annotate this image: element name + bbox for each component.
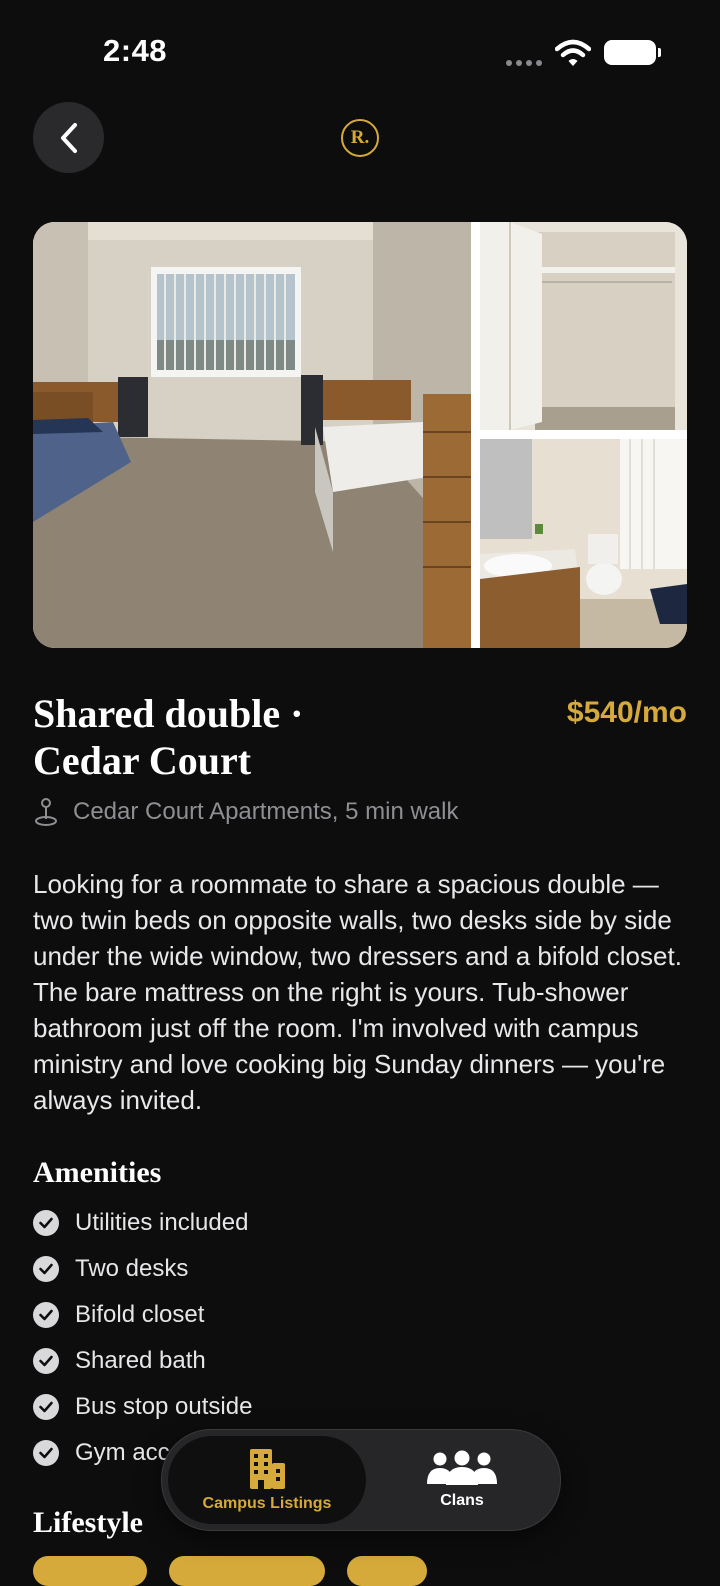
battery-icon (604, 40, 661, 65)
amenity-label: Bus stop outside (75, 1393, 253, 1420)
listing-location: Cedar Court Apartments, 5 min walk (33, 797, 459, 827)
lifestyle-tag[interactable] (347, 1556, 427, 1586)
listing-title-line1: Shared double · (33, 691, 304, 736)
back-button[interactable] (33, 102, 104, 173)
amenity-item: Two desks (33, 1246, 252, 1292)
bathroom-photo[interactable] (480, 439, 687, 648)
checkmark-icon (33, 1394, 59, 1420)
tab-clans[interactable]: Clans (370, 1436, 554, 1524)
building-icon (250, 1449, 285, 1489)
listing-price: $540/mo (566, 696, 687, 729)
checkmark-icon (33, 1440, 59, 1466)
checkmark-icon (33, 1256, 59, 1282)
amenity-item: Shared bath (33, 1338, 252, 1384)
amenity-label: Two desks (75, 1255, 189, 1282)
listing-title-line2: Cedar Court (33, 738, 252, 783)
amenity-label: Utilities included (75, 1209, 249, 1236)
wifi-icon (554, 38, 592, 73)
photo-gallery[interactable] (33, 222, 687, 648)
checkmark-icon (33, 1302, 59, 1328)
tab-label: Clans (440, 1492, 484, 1509)
checkmark-icon (33, 1210, 59, 1236)
amenity-label: Shared bath (75, 1347, 206, 1374)
status-time: 2:48 (103, 33, 168, 68)
bedroom-photo[interactable] (33, 222, 471, 648)
listing-title: Shared double · Cedar Court (33, 690, 503, 784)
lifestyle-heading: Lifestyle (33, 1506, 143, 1539)
checkmark-icon (33, 1348, 59, 1374)
amenities-heading: Amenities (33, 1156, 162, 1189)
amenity-item: Utilities included (33, 1200, 252, 1246)
map-pin-icon (35, 798, 57, 826)
bottom-tab-bar: Campus Listings Clans (161, 1429, 561, 1531)
closet-photo[interactable] (480, 222, 687, 430)
tab-label: Campus Listings (202, 1495, 332, 1512)
amenity-label: Bifold closet (75, 1301, 205, 1328)
app-logo: R. (341, 119, 379, 157)
lifestyle-tag[interactable] (33, 1556, 147, 1586)
lifestyle-tags (33, 1556, 427, 1586)
cellular-signal-icon (506, 60, 542, 66)
amenity-item: Bifold closet (33, 1292, 252, 1338)
listing-description: Looking for a roommate to share a spacio… (33, 869, 682, 1115)
lifestyle-tag[interactable] (169, 1556, 325, 1586)
chevron-left-icon (60, 122, 77, 153)
location-text: Cedar Court Apartments, 5 min walk (73, 798, 459, 825)
people-group-icon (427, 1450, 497, 1485)
tab-campus-listings[interactable]: Campus Listings (168, 1436, 366, 1524)
amenity-item: Bus stop outside (33, 1384, 252, 1430)
amenity-label: Gym acc (75, 1439, 170, 1466)
